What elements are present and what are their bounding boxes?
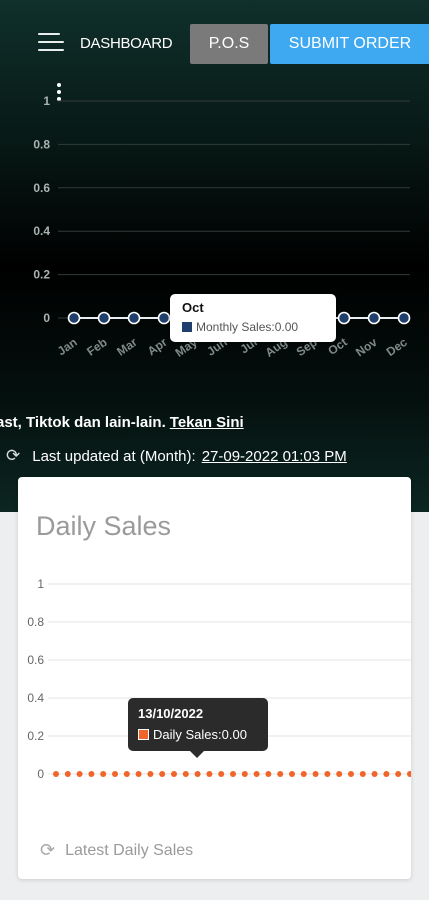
data-point (76, 771, 83, 777)
y-tick-label: 0.4 (33, 224, 50, 238)
y-tick-label: 0.6 (27, 653, 44, 667)
data-point (371, 771, 378, 777)
daily-tooltip-value: 0.00 (221, 727, 247, 742)
data-point (123, 771, 130, 777)
dashboard-link[interactable]: DASHBOARD (80, 35, 173, 52)
data-point (277, 771, 284, 777)
data-point (312, 771, 319, 777)
data-point (97, 311, 111, 325)
monthly-tooltip-value: 0.00 (274, 320, 299, 334)
pos-button[interactable]: P.O.S (190, 24, 268, 64)
data-point (182, 771, 189, 777)
data-point (127, 311, 141, 325)
daily-sales-title: Daily Sales (36, 511, 172, 541)
y-tick-label: 0.2 (27, 729, 44, 743)
data-point (383, 771, 390, 777)
data-point (157, 311, 171, 325)
data-point (337, 311, 351, 325)
data-point (336, 771, 343, 777)
daily-card-footer: ⟳ Latest Daily Sales (40, 840, 193, 861)
data-point (348, 771, 354, 777)
data-point (359, 771, 366, 777)
y-tick-label: 0.8 (33, 137, 50, 151)
tekan-sini-link[interactable]: Tekan Sini (170, 414, 244, 431)
menu-icon[interactable] (38, 31, 64, 53)
refresh-icon[interactable]: ⟳ (40, 840, 55, 861)
data-point (135, 771, 142, 777)
data-point (289, 771, 295, 777)
data-point (64, 771, 71, 777)
daily-tooltip: 13/10/2022 Daily Sales: 0.00 (128, 698, 268, 758)
monthly-tooltip-title: Oct (182, 300, 204, 315)
data-point (206, 771, 213, 777)
info-banner: ast, Tiktok dan lain-lain. Tekan Sini (0, 414, 429, 431)
data-point (171, 771, 177, 777)
data-point (159, 771, 166, 777)
data-point (367, 311, 381, 325)
y-tick-label: 1 (37, 577, 44, 591)
data-point (265, 771, 272, 777)
data-point (324, 771, 331, 777)
data-point (53, 771, 59, 777)
data-point (194, 771, 201, 777)
y-tick-label: 0.6 (33, 181, 50, 195)
y-tick-label: 1 (43, 94, 50, 108)
x-tick-label: Mar (114, 335, 140, 359)
x-tick-label: Dec (384, 335, 410, 359)
x-tick-label: Feb (84, 335, 110, 359)
top-bar: DASHBOARD P.O.S SUBMIT ORDER (0, 22, 429, 66)
y-tick-label: 0 (43, 311, 50, 325)
data-point (147, 771, 154, 777)
info-text: ast, Tiktok dan lain-lain. (0, 414, 166, 431)
y-tick-label: 0.4 (27, 691, 44, 705)
daily-tooltip-label: Daily Sales: (153, 727, 222, 742)
data-point (67, 311, 81, 325)
daily-sales-chart: 1 0.8 0.6 0.4 0.2 0 (27, 577, 411, 781)
monthly-tooltip-label: Monthly Sales: (196, 320, 275, 334)
monthly-series-swatch (182, 322, 192, 332)
data-point (218, 771, 225, 777)
data-point (241, 771, 248, 777)
last-updated-label: Last updated at (Month): (32, 447, 196, 465)
last-updated-row: ⟳ Last updated at (Month): 27-09-2022 01… (6, 446, 426, 466)
y-tick-label: 0.8 (27, 615, 44, 629)
last-updated-timestamp[interactable]: 27-09-2022 01:03 PM (202, 448, 347, 465)
daily-series-swatch (138, 729, 149, 740)
data-point (300, 771, 307, 777)
submit-order-button[interactable]: SUBMIT ORDER (270, 24, 429, 64)
latest-daily-sales-label: Latest Daily Sales (65, 841, 194, 859)
daily-tooltip-title: 13/10/2022 (138, 706, 204, 721)
y-tick-label: 0 (37, 767, 44, 781)
refresh-icon[interactable]: ⟳ (6, 446, 20, 466)
data-point (397, 311, 411, 325)
x-tick-label: Apr (145, 335, 170, 359)
daily-sales-card: Daily Sales 1 0.8 0.6 0.4 0.2 0 13/10/2022 Da… (18, 477, 411, 879)
monthly-tooltip: Oct Monthly Sales: 0.00 (170, 294, 336, 342)
y-tick-label: 0.2 (33, 268, 50, 282)
data-point (395, 771, 402, 777)
data-point (112, 771, 118, 777)
data-point (88, 771, 95, 777)
data-point (407, 771, 411, 777)
data-point (100, 771, 107, 777)
x-tick-label: Nov (353, 335, 380, 360)
data-point (230, 771, 236, 777)
x-tick-label: Jan (55, 335, 80, 358)
data-point (253, 771, 260, 777)
